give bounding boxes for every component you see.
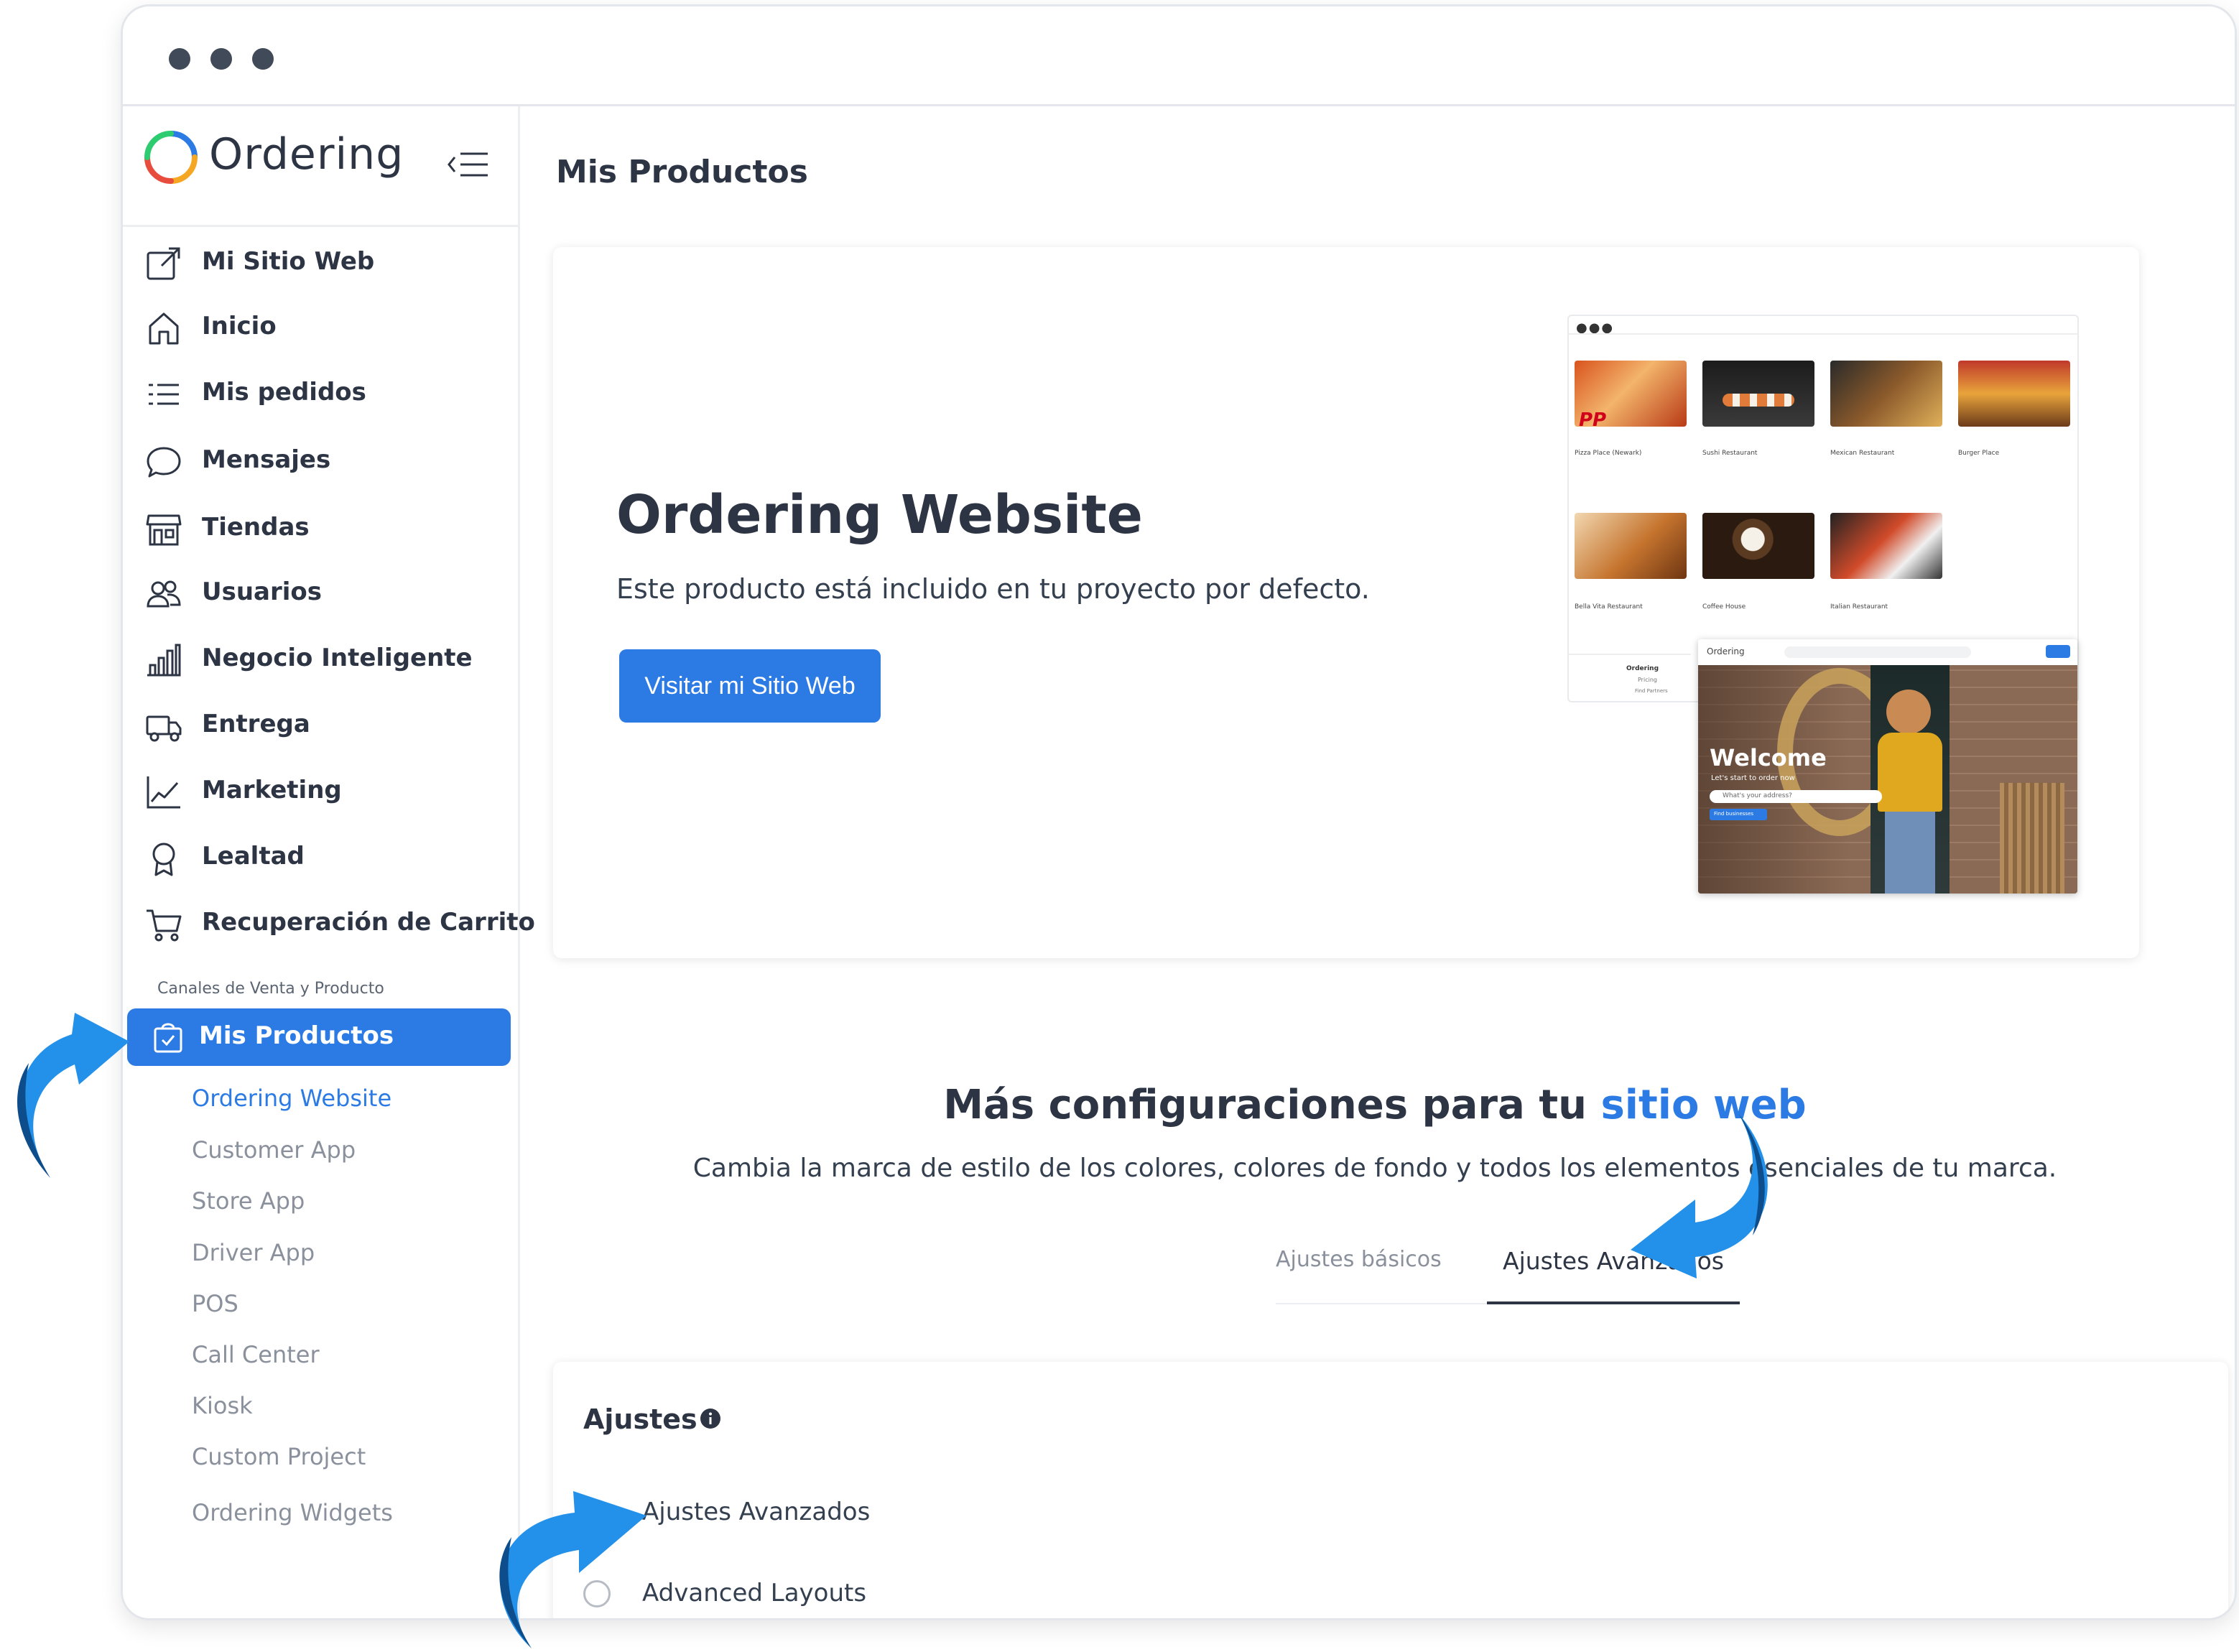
sidebar-item-label: Usuarios — [202, 577, 323, 606]
line-chart-icon — [147, 776, 180, 809]
sidebar-item-label: Entrega — [202, 710, 310, 738]
sidebar-item-mi-sitio-web[interactable]: Mi Sitio Web — [144, 238, 511, 289]
visit-website-button[interactable]: Visitar mi Sitio Web — [619, 649, 881, 723]
sidebar-item-label: Tiendas — [202, 513, 310, 542]
sidebar-item-usuarios[interactable]: Usuarios — [144, 569, 511, 619]
restaurant-thumb — [1958, 361, 2070, 427]
restaurant-name: Pizza Place (Newark) — [1575, 450, 1642, 457]
mock-welcome-heading: Welcome — [1710, 744, 1827, 771]
restaurant-thumb — [1575, 513, 1687, 579]
sidebar-header: Ordering — [123, 106, 518, 227]
shop-icon — [146, 514, 182, 546]
radio-label: Advanced Layouts — [642, 1579, 867, 1607]
restaurant-name: Italian Restaurant — [1830, 603, 1888, 611]
sidebar-item-marketing[interactable]: Marketing — [144, 767, 511, 817]
sidebar-item-label: Inicio — [202, 312, 277, 340]
external-link-icon — [147, 247, 180, 280]
restaurant-name: Sushi Restaurant — [1702, 450, 1758, 457]
restaurant-name: Coffee House — [1702, 603, 1746, 611]
cart-icon — [147, 909, 182, 942]
sidebar-item-lealtad[interactable]: Lealtad — [144, 833, 511, 883]
chat-bubble-icon — [147, 447, 181, 478]
list-icon — [149, 384, 179, 405]
sub-item-store-app[interactable]: Store App — [192, 1187, 305, 1215]
sidebar-item-label: Mensajes — [202, 445, 331, 474]
restaurant-name: Mexican Restaurant — [1830, 450, 1895, 457]
sidebar-item-label: Mis pedidos — [202, 378, 366, 407]
more-config-title: Más configuraciones para tu sitio web — [943, 1082, 1807, 1128]
ordering-logo-icon — [144, 131, 198, 184]
mock-welcome-sub: Let's start to order now — [1711, 774, 1795, 782]
restaurant-name: Burger Place — [1958, 450, 2000, 457]
mock-address-input: What's your address? — [1723, 792, 1792, 799]
sidebar-item-label: Recuperación de Carrito — [202, 908, 535, 937]
sidebar-item-label: Mis Productos — [199, 1021, 394, 1050]
arrow-pointer-icon — [1631, 1113, 1768, 1279]
mock-footer-link: Ordering — [1626, 665, 1659, 672]
sidebar-item-mis-pedidos[interactable]: Mis pedidos — [144, 369, 511, 419]
sidebar: Ordering Mi Sitio Web Inicio Mis pedidos… — [123, 106, 535, 1618]
product-card: Ordering Website Este producto está incl… — [553, 247, 2139, 958]
window-dot-icon — [169, 48, 190, 70]
sidebar-item-label: Mi Sitio Web — [202, 247, 375, 276]
arrow-pointer-icon — [17, 1013, 130, 1178]
mock-footer-link: Find Partners — [1635, 688, 1668, 694]
product-description: Este producto está incluido en tu proyec… — [616, 573, 1370, 605]
mock-footer-link: Pricing — [1638, 677, 1657, 683]
sub-item-customer-app[interactable]: Customer App — [192, 1136, 356, 1164]
window-titlebar — [123, 6, 2235, 106]
sidebar-item-negocio-inteligente[interactable]: Negocio Inteligente — [144, 635, 511, 685]
sub-item-call-center[interactable]: Call Center — [192, 1341, 320, 1368]
sidebar-item-mis-productos[interactable]: Mis Productos — [127, 1008, 511, 1066]
window-dot-icon — [210, 48, 232, 70]
shopping-bag-check-icon — [154, 1023, 182, 1053]
sidebar-item-inicio[interactable]: Inicio — [144, 303, 511, 353]
sidebar-section-label: Canales de Venta y Producto — [157, 980, 384, 998]
award-icon — [152, 843, 175, 876]
sub-item-ordering-widgets[interactable]: Ordering Widgets — [192, 1499, 393, 1526]
sidebar-item-entrega[interactable]: Entrega — [144, 701, 511, 751]
page-title: Mis Productos — [556, 154, 808, 190]
info-icon[interactable] — [700, 1408, 721, 1429]
more-config-description: Cambia la marca de estilo de los colores… — [692, 1154, 2057, 1183]
bar-chart-icon — [147, 644, 181, 677]
browser-window: Ordering Mi Sitio Web Inicio Mis pedidos… — [121, 4, 2237, 1620]
sidebar-item-tiendas[interactable]: Tiendas — [144, 504, 511, 554]
sidebar-item-mensajes[interactable]: Mensajes — [144, 437, 511, 487]
settings-title: Ajustes — [583, 1403, 697, 1435]
sub-item-kiosk[interactable]: Kiosk — [192, 1392, 253, 1419]
sub-item-ordering-website[interactable]: Ordering Website — [192, 1085, 391, 1112]
home-icon — [149, 312, 179, 345]
brand-name: Ordering — [209, 129, 404, 180]
restaurant-name: Bella Vita Restaurant — [1575, 603, 1643, 611]
main-content: Mis Productos Ordering Website Este prod… — [520, 106, 2235, 1618]
restaurant-thumb — [1702, 513, 1814, 579]
restaurant-thumb — [1830, 513, 1942, 579]
tab-ajustes-basicos[interactable]: Ajustes básicos — [1276, 1247, 1442, 1272]
sidebar-item-recuperacion-de-carrito[interactable]: Recuperación de Carrito — [144, 899, 535, 950]
sidebar-item-label: Lealtad — [202, 842, 305, 871]
website-preview-welcome: Ordering Welcome Let's start to order no… — [1698, 639, 2077, 894]
collapse-sidebar-icon[interactable] — [446, 147, 489, 182]
sidebar-item-label: Negocio Inteligente — [202, 644, 473, 672]
arrow-pointer-icon — [499, 1491, 646, 1648]
sub-item-pos[interactable]: POS — [192, 1290, 238, 1317]
users-icon — [147, 580, 181, 608]
sub-item-driver-app[interactable]: Driver App — [192, 1239, 315, 1266]
window-dot-icon — [252, 48, 274, 70]
mock-find-button: Find businesses — [1714, 811, 1754, 817]
mock-brand: Ordering — [1707, 646, 1745, 656]
sub-item-custom-project[interactable]: Custom Project — [192, 1443, 366, 1470]
truck-icon — [146, 715, 182, 742]
product-title: Ordering Website — [616, 484, 1143, 546]
sidebar-item-label: Marketing — [202, 776, 342, 804]
restaurant-thumb — [1830, 361, 1942, 427]
radio-label: Ajustes Avanzados — [642, 1498, 871, 1526]
